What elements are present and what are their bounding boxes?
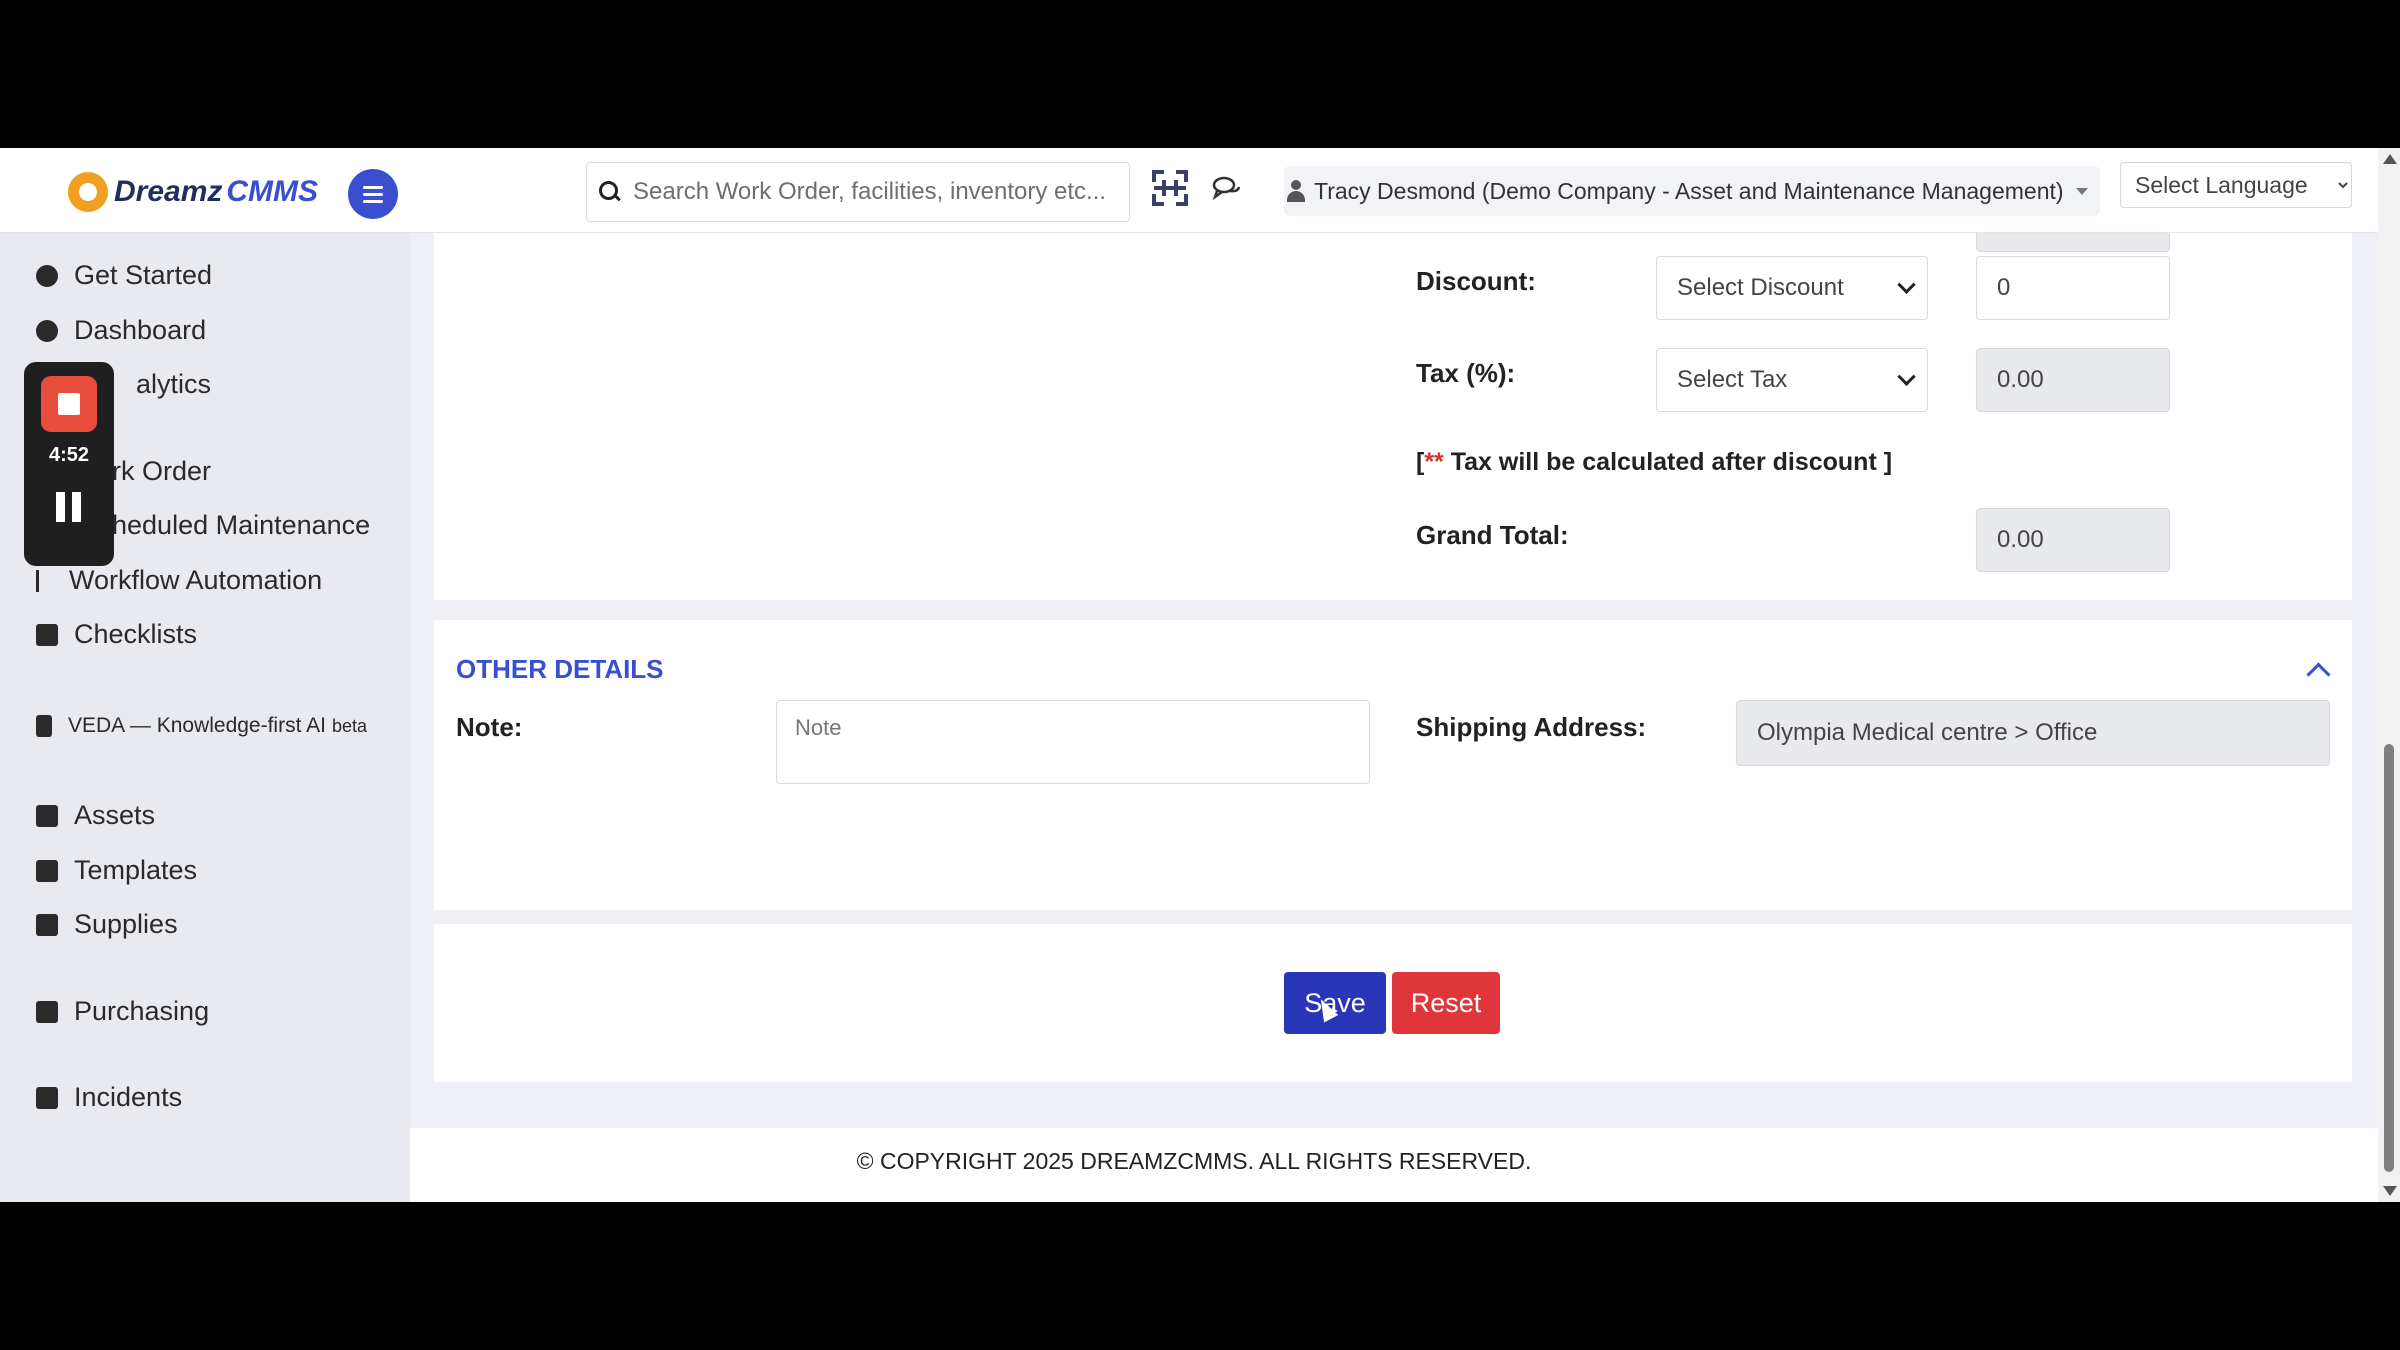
sidebar-item-workflow-automation[interactable]: Workflow Automation (36, 565, 322, 596)
scroll-up-icon[interactable] (2383, 154, 2397, 164)
workflow-icon (36, 569, 53, 592)
tax-select-value: Select Tax (1677, 366, 1788, 393)
section-title: OTHER DETAILS (456, 654, 664, 684)
discount-label: Discount: (1416, 266, 1536, 296)
sidebar-item-label: Purchasing (74, 996, 210, 1026)
sidebar-item-incidents[interactable]: Incidents (36, 1082, 182, 1113)
sidebar-item-work-order[interactable]: rk Order (112, 456, 211, 487)
chevron-down-icon (1897, 275, 1916, 294)
logo-text: Dreamz (114, 175, 223, 208)
language-select[interactable]: Select Language (2120, 162, 2352, 208)
grand-total-label: Grand Total: (1416, 520, 1569, 550)
cart-icon (36, 1086, 58, 1109)
sidebar-item-label: heduled Maintenance (112, 510, 371, 540)
discount-value: 0 (1997, 274, 2011, 301)
shuffle-icon (36, 859, 58, 882)
sidebar-item-veda[interactable]: VEDA — Knowledge-first AI beta (36, 714, 367, 738)
note-textarea[interactable] (776, 700, 1370, 784)
cart-icon (36, 1000, 58, 1023)
sidebar-item-dashboard[interactable]: Dashboard (36, 315, 206, 346)
shipping-address-label: Shipping Address: (1416, 712, 1647, 742)
previous-field-partial (1976, 232, 2170, 252)
copyright-text: © COPYRIGHT 2025 DREAMZCMMS. ALL RIGHTS … (856, 1148, 1532, 1174)
discount-value-input[interactable]: 0 (1976, 256, 2170, 320)
vertical-scrollbar[interactable] (2378, 148, 2400, 1202)
chevron-down-icon (1897, 367, 1916, 386)
grand-total-field: 0.00 (1976, 508, 2170, 572)
save-button[interactable]: Save (1284, 972, 1386, 1034)
sidebar-item-label: VEDA — Knowledge-first AI (68, 714, 326, 737)
user-account-menu[interactable]: Tracy Desmond (Demo Company - Asset and … (1284, 166, 2100, 216)
gears-icon (36, 264, 58, 287)
scroll-down-icon[interactable] (2383, 1186, 2397, 1196)
sidebar-item-assets[interactable]: Assets (36, 800, 155, 831)
chat-icon[interactable] (1212, 176, 1242, 200)
caret-down-icon (2075, 187, 2088, 195)
note-label: Note: (456, 712, 523, 742)
stop-recording-button[interactable] (41, 376, 97, 432)
reset-button[interactable]: Reset (1392, 972, 1500, 1034)
sidebar-item-checklists[interactable]: Checklists (36, 619, 197, 650)
sidebar-item-label: alytics (136, 369, 212, 399)
logo-gear-icon (68, 172, 108, 212)
sidebar-item-templates[interactable]: Templates (36, 855, 197, 886)
tax-notice: [** Tax will be calculated after discoun… (1416, 448, 1892, 477)
sidebar-item-purchasing[interactable]: Purchasing (36, 996, 209, 1027)
shipping-address-value: Olympia Medical centre > Office (1757, 719, 2098, 746)
sidebar-item-label: Get Started (74, 260, 213, 290)
shipping-address-field[interactable]: Olympia Medical centre > Office (1736, 700, 2330, 766)
scrollbar-thumb[interactable] (2384, 744, 2394, 1172)
sidebar-item-analytics[interactable]: alytics (136, 369, 211, 400)
dashboard-icon (36, 319, 58, 342)
sidebar-item-label: rk Order (112, 456, 212, 486)
search-icon (599, 181, 621, 203)
user-icon (1286, 180, 1306, 202)
discount-select[interactable]: Select Discount (1656, 256, 1928, 320)
sidebar-item-label: Templates (74, 855, 198, 885)
archive-icon (36, 804, 58, 827)
screen-recorder-widget: 4:52 (24, 362, 114, 566)
user-label: Tracy Desmond (Demo Company - Asset and … (1314, 177, 2064, 204)
top-navigation-bar: Dreamz CMMS Tracy Desmond (Demo Company … (0, 148, 2378, 233)
beta-badge: beta (331, 715, 367, 736)
tax-label: Tax (%): (1416, 358, 1516, 388)
checkbox-icon (36, 623, 58, 646)
search-box[interactable] (586, 162, 1130, 222)
notice-stars: ** (1424, 448, 1444, 476)
tax-value-field: 0.00 (1976, 348, 2170, 412)
grand-total-value: 0.00 (1997, 526, 2044, 553)
sidebar-item-label: Workflow Automation (69, 565, 323, 595)
pause-icon[interactable] (56, 492, 82, 522)
sidebar-item-label: Supplies (74, 909, 178, 939)
scan-icon[interactable] (1150, 168, 1190, 208)
briefcase-icon (36, 913, 58, 936)
app-window: Get Started Dashboard alytics rk Order h… (0, 148, 2400, 1202)
sidebar-item-label: Incidents (74, 1082, 183, 1112)
app-logo[interactable]: Dreamz CMMS (68, 170, 318, 214)
sidebar-item-label: Assets (74, 800, 156, 830)
notice-text: Tax will be calculated after discount ] (1443, 448, 1893, 476)
logo-text-accent: CMMS (226, 175, 319, 208)
menu-toggle-button[interactable] (348, 169, 398, 219)
sidebar-item-scheduled-maintenance[interactable]: heduled Maintenance (112, 510, 370, 541)
recording-timer: 4:52 (48, 444, 90, 466)
sidebar-item-label: Checklists (74, 619, 198, 649)
sidebar-item-get-started[interactable]: Get Started (36, 260, 212, 291)
sidebar-item-label: Dashboard (74, 315, 207, 345)
footer: © COPYRIGHT 2025 DREAMZCMMS. ALL RIGHTS … (410, 1128, 2378, 1202)
document-icon (36, 715, 52, 737)
tax-value: 0.00 (1997, 366, 2044, 393)
discount-select-value: Select Discount (1677, 274, 1844, 301)
sidebar-item-supplies[interactable]: Supplies (36, 909, 178, 940)
tax-select[interactable]: Select Tax (1656, 348, 1928, 412)
search-input[interactable] (631, 177, 1115, 207)
